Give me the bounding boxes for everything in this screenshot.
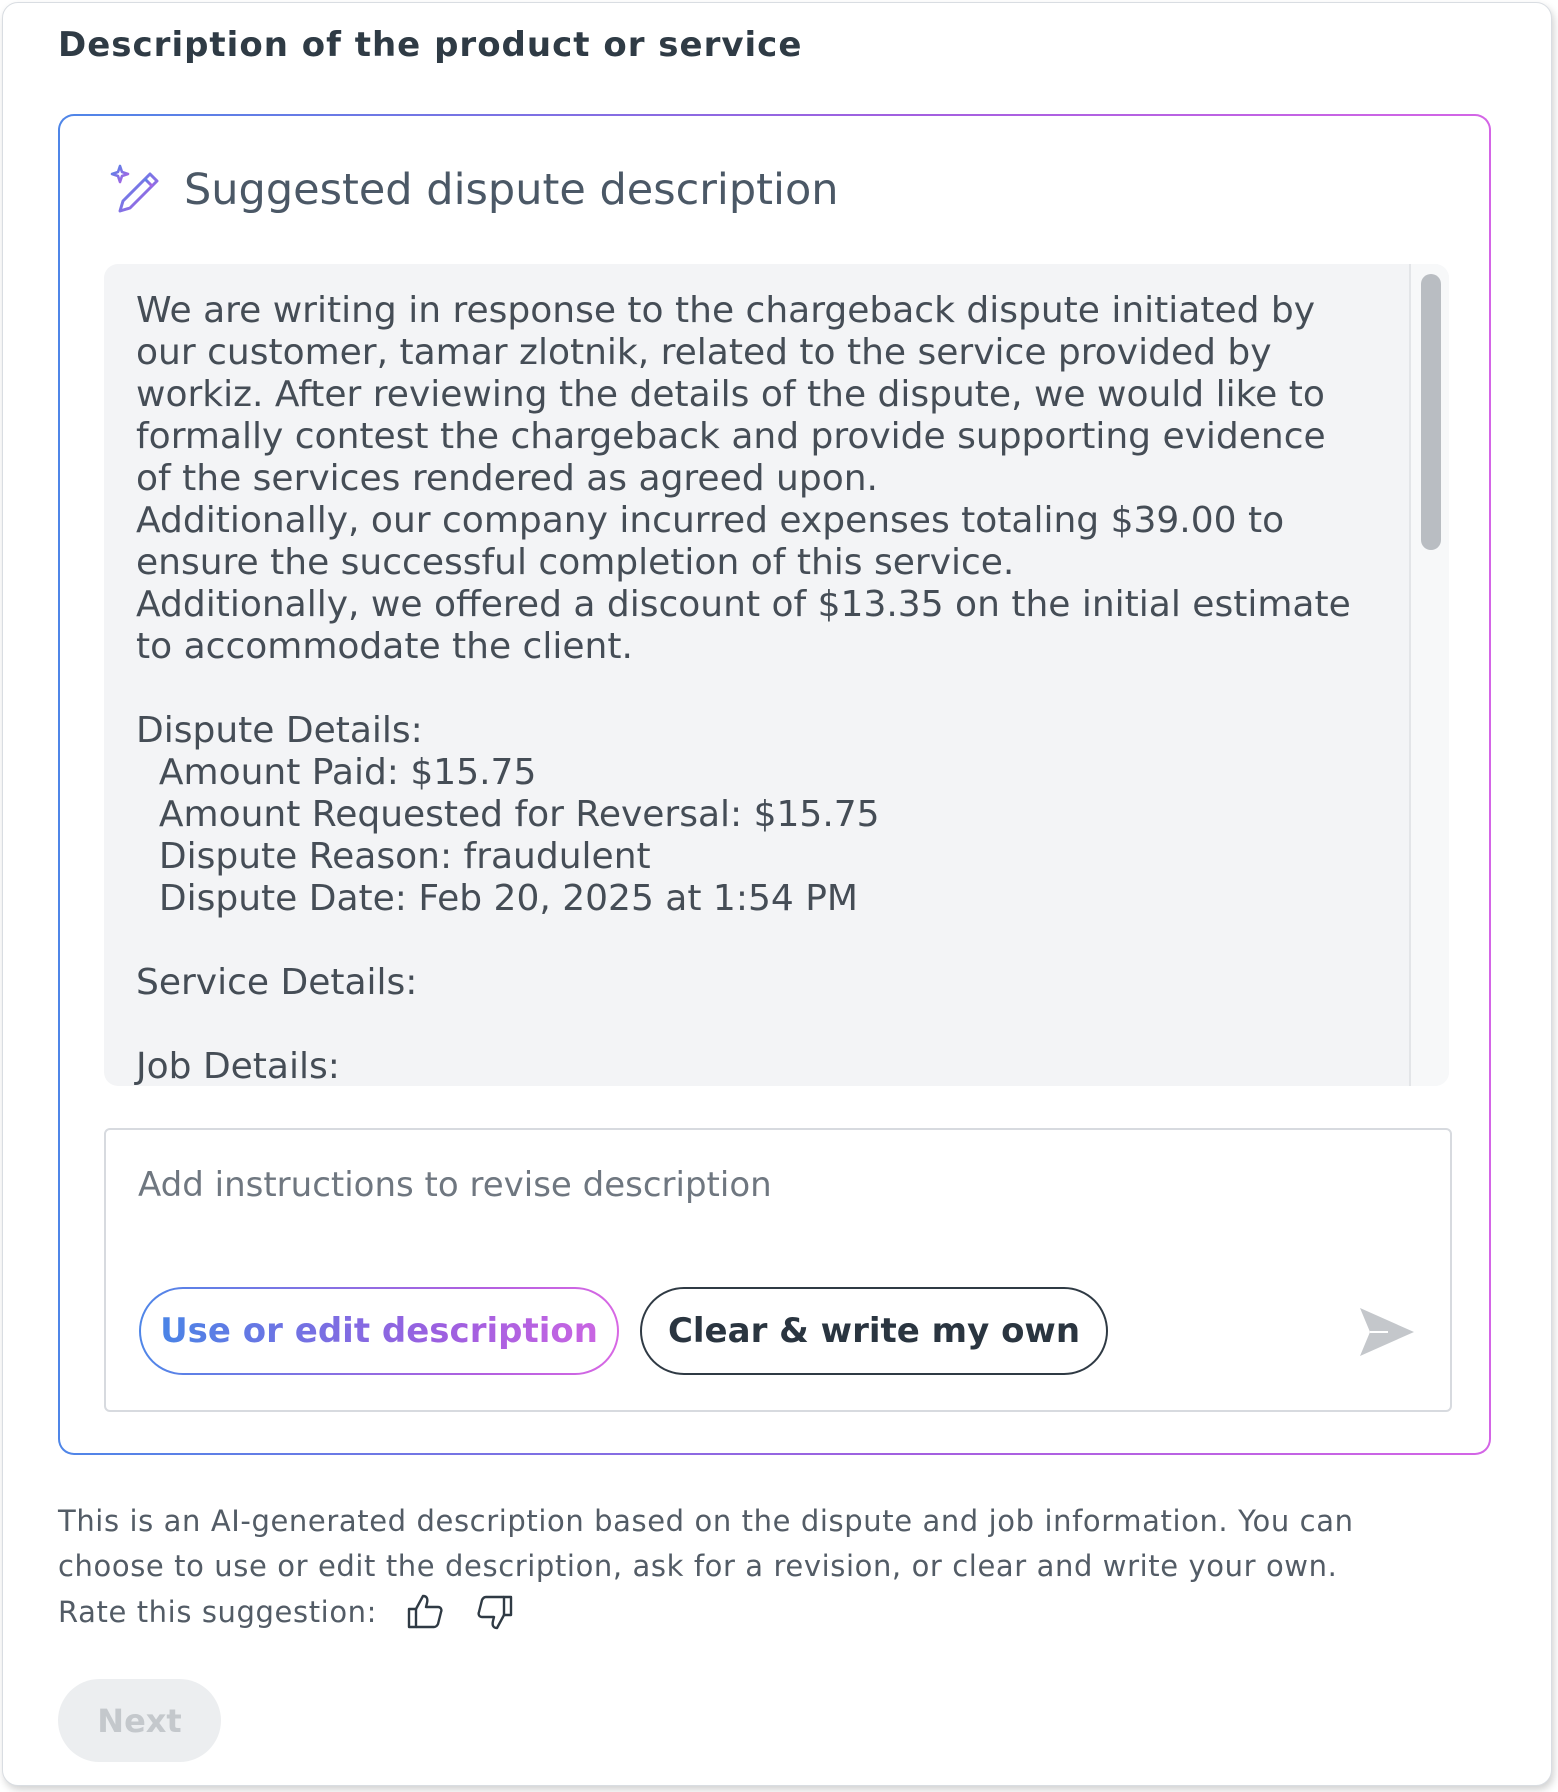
ai-disclaimer: This is an AI-generated description base… [58,1504,1354,1583]
ai-suggestion-panel: Suggested dispute description We are wri… [58,114,1491,1455]
dispute-description-card: Description of the product or service Su… [2,2,1552,1786]
thumbs-up-icon[interactable] [405,1592,445,1632]
section-title: Description of the product or service [58,25,803,65]
send-arrow-icon[interactable] [1358,1305,1416,1359]
use-or-edit-label: Use or edit description [160,1311,598,1351]
clear-and-write-label: Clear & write my own [667,1311,1081,1351]
rating-row: Rate this suggestion: [58,1587,515,1637]
next-label: Next [97,1701,182,1740]
next-button[interactable]: Next [58,1679,221,1762]
description-scrollbar[interactable] [1409,264,1449,1086]
scrollbar-thumb[interactable] [1421,274,1441,550]
suggestion-header: Suggested dispute description [110,160,839,220]
use-or-edit-button[interactable]: Use or edit description [139,1287,619,1375]
clear-and-write-button[interactable]: Clear & write my own [640,1287,1108,1375]
revise-instructions-box: Use or edit description Clear & write my… [104,1128,1452,1412]
revise-instructions-input[interactable] [138,1160,1338,1210]
suggested-description-text: We are writing in response to the charge… [136,290,1351,1086]
magic-pencil-icon [110,164,159,213]
suggested-description-box[interactable]: We are writing in response to the charge… [104,264,1449,1086]
thumbs-down-icon[interactable] [475,1592,515,1632]
rate-label: Rate this suggestion: [58,1595,378,1629]
suggestion-title: Suggested dispute description [184,165,839,215]
